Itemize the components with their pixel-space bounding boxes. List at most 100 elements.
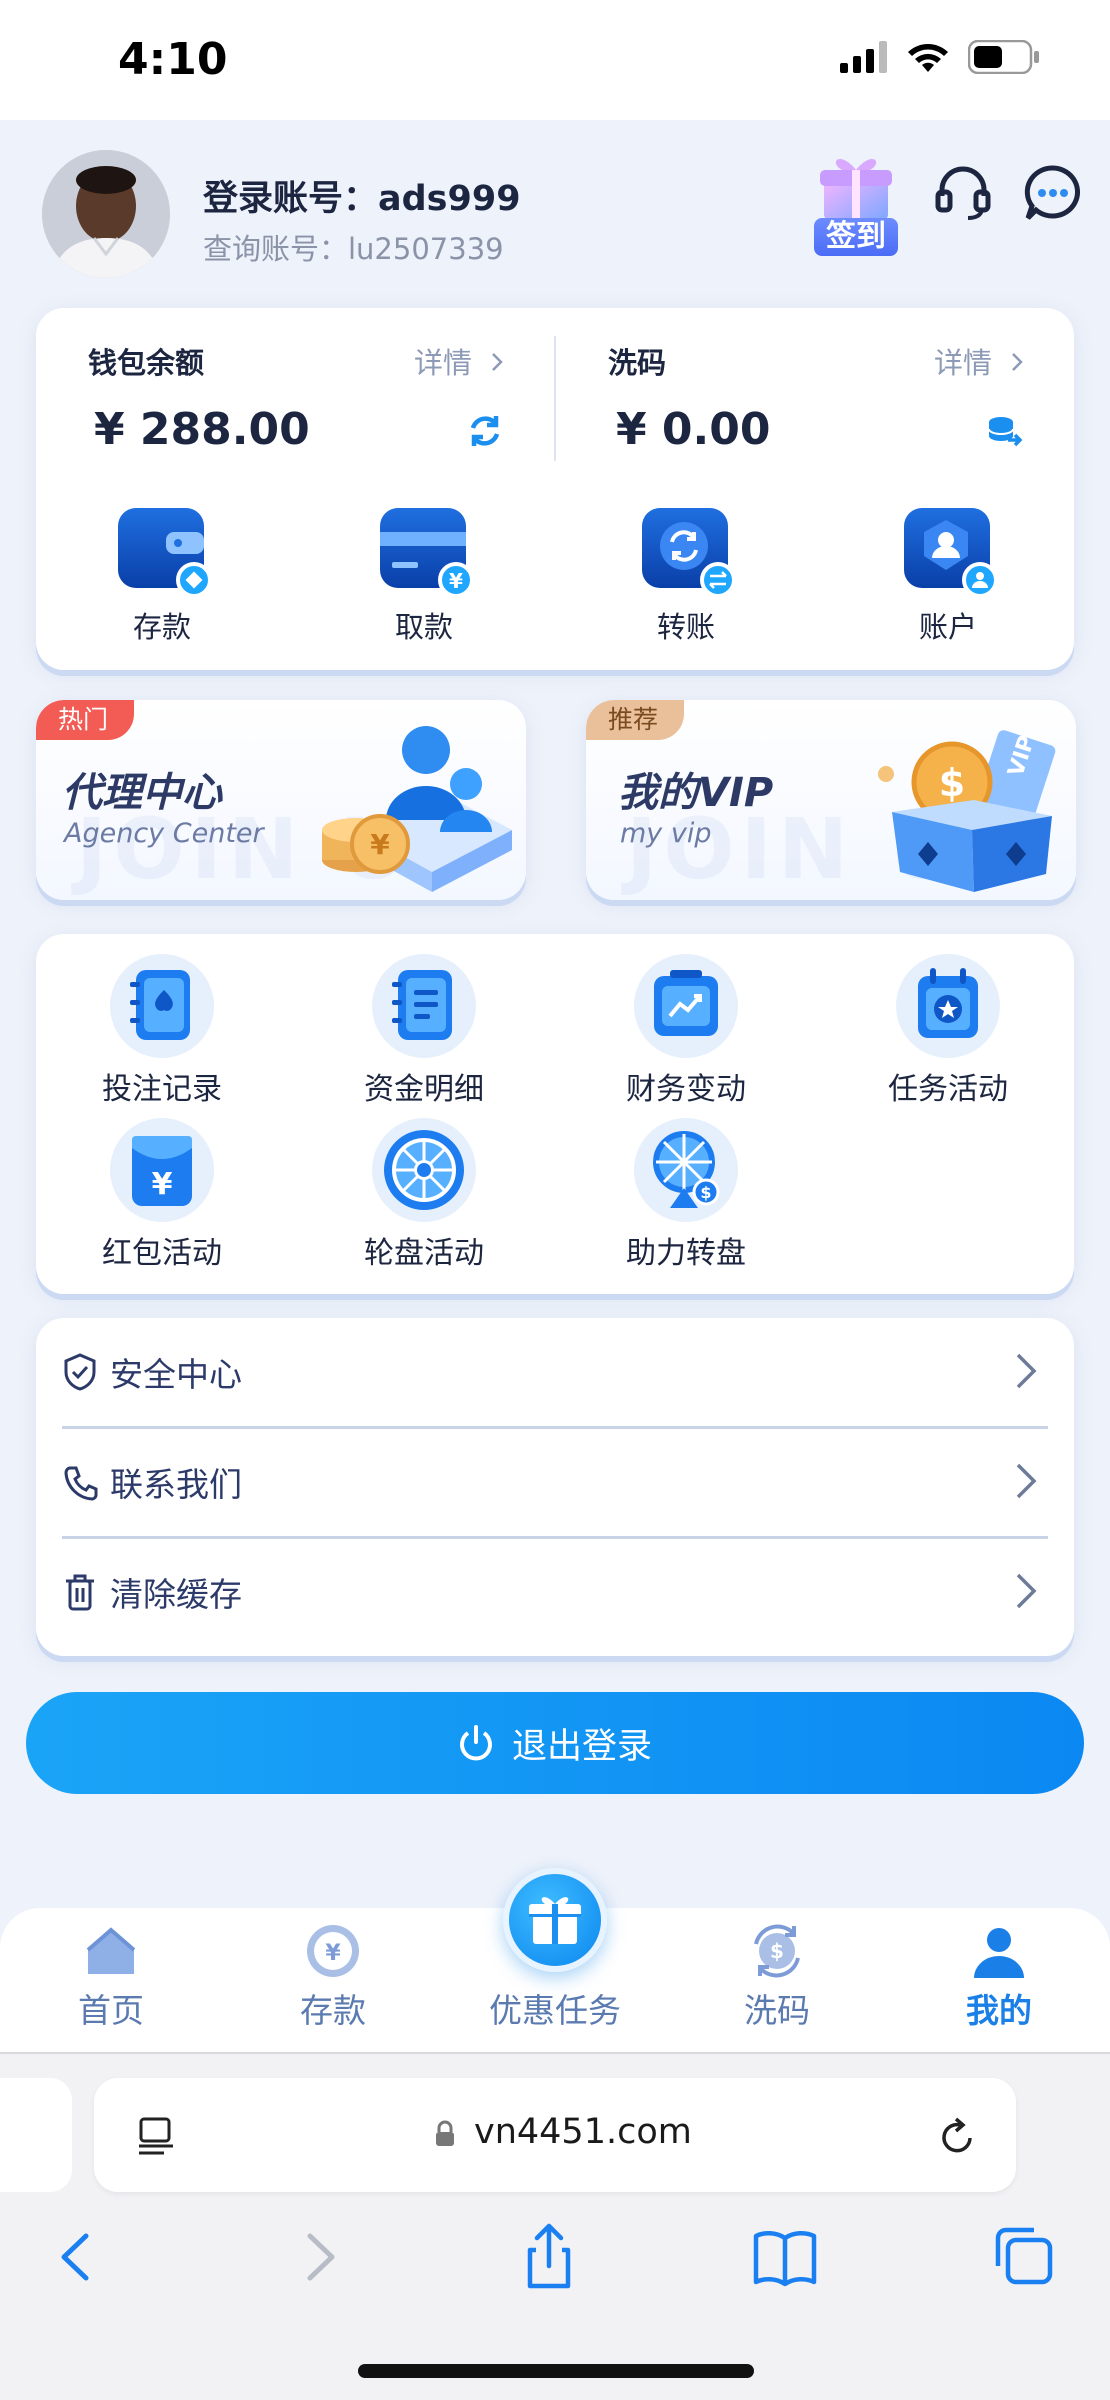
home-icon bbox=[82, 1922, 140, 1980]
share-icon[interactable] bbox=[516, 2222, 582, 2292]
wifi-icon bbox=[908, 44, 948, 72]
coin-stack-icon[interactable] bbox=[986, 414, 1022, 450]
lock-icon bbox=[436, 2120, 454, 2146]
battery-icon bbox=[968, 40, 1039, 74]
logout-label: 退出登录 bbox=[511, 1726, 652, 1767]
withdraw-action[interactable]: ¥ 取款 bbox=[354, 502, 494, 646]
svg-text:¥: ¥ bbox=[449, 569, 463, 593]
wallet-detail-text: 详情 bbox=[414, 346, 473, 380]
finance-change-label: 财务变动 bbox=[626, 1072, 746, 1107]
red-envelope-label: 红包活动 bbox=[102, 1236, 222, 1271]
wash-icon: $ bbox=[748, 1922, 806, 1980]
bookmarks-icon[interactable] bbox=[752, 2222, 818, 2292]
status-bar: 4:10 bbox=[0, 0, 1110, 120]
reader-mode-icon[interactable] bbox=[136, 2116, 176, 2156]
refresh-icon[interactable] bbox=[466, 412, 504, 450]
trash-icon bbox=[66, 1574, 94, 1611]
svg-text:$: $ bbox=[939, 761, 965, 805]
browser-chrome: vn4451.com bbox=[0, 2052, 1110, 2400]
logout-button[interactable]: 退出登录 bbox=[26, 1692, 1084, 1794]
assist-wheel-item[interactable]: $ 助力转盘 bbox=[596, 1118, 776, 1272]
red-envelope-item[interactable]: ¥ 红包活动 bbox=[72, 1118, 252, 1272]
menu-item-clear-cache[interactable]: 清除缓存 bbox=[62, 1538, 1048, 1646]
previous-tab-preview[interactable] bbox=[0, 2078, 72, 2192]
tab-home[interactable]: 首页 bbox=[36, 1922, 186, 2032]
account-action[interactable]: 账户 bbox=[878, 502, 1018, 646]
roulette-item[interactable]: 轮盘活动 bbox=[334, 1118, 514, 1272]
deposit-label: 存款 bbox=[132, 610, 191, 644]
tab-deposit[interactable]: ¥ 存款 bbox=[258, 1922, 408, 2032]
assist-wheel-label: 助力转盘 bbox=[626, 1236, 746, 1271]
wash-amount: ¥ 0.00 bbox=[616, 404, 771, 455]
settings-menu: 安全中心 联系我们 清除缓存 bbox=[36, 1318, 1074, 1656]
headset-icon[interactable] bbox=[932, 162, 994, 224]
tab-mine-label: 我的 bbox=[966, 1991, 1032, 2030]
task-activity-icon bbox=[896, 954, 1000, 1058]
tab-wash-label: 洗码 bbox=[744, 1991, 810, 2030]
signin-button[interactable]: 签到 bbox=[810, 148, 902, 260]
assist-wheel-icon: $ bbox=[634, 1118, 738, 1222]
wallet-divider bbox=[554, 336, 556, 461]
my-vip-banner[interactable]: JOIN US 推荐 我的VIP my vip VIP $ bbox=[586, 700, 1076, 900]
svg-text:$: $ bbox=[770, 1939, 784, 1963]
tabs-icon[interactable] bbox=[990, 2222, 1056, 2292]
menu-item-contact[interactable]: 联系我们 bbox=[62, 1428, 1048, 1536]
chevron-right-icon bbox=[492, 353, 504, 371]
transfer-label: 转账 bbox=[656, 610, 715, 644]
finance-change-icon bbox=[634, 954, 738, 1058]
roulette-icon bbox=[372, 1118, 476, 1222]
agency-subtitle: Agency Center bbox=[64, 818, 264, 849]
query-account: 查询账号：lu2507339 bbox=[203, 232, 504, 266]
avatar[interactable] bbox=[42, 150, 170, 278]
transfer-icon bbox=[638, 502, 736, 598]
chevron-right-icon bbox=[1012, 353, 1024, 371]
finance-change-item[interactable]: 财务变动 bbox=[596, 954, 776, 1108]
wallet-balance-label: 钱包余额 bbox=[88, 346, 205, 380]
tab-mine[interactable]: 我的 bbox=[924, 1922, 1074, 2032]
task-activity-label: 任务活动 bbox=[888, 1072, 1008, 1107]
promotions-center-button[interactable] bbox=[503, 1868, 607, 1972]
wallet-detail-link[interactable]: 详情 bbox=[414, 340, 505, 382]
wash-label: 洗码 bbox=[608, 346, 667, 380]
tab-wash[interactable]: $ 洗码 bbox=[702, 1922, 852, 2032]
fund-detail-item[interactable]: 资金明细 bbox=[334, 954, 514, 1108]
gift-signin-icon bbox=[820, 159, 892, 222]
agency-illustration-icon: ¥ bbox=[322, 726, 512, 892]
back-icon[interactable] bbox=[46, 2222, 112, 2292]
recommend-badge: 推荐 bbox=[586, 700, 685, 740]
vip-title: 我的VIP bbox=[618, 770, 774, 816]
bet-record-icon bbox=[110, 954, 214, 1058]
deposit-icon: ¥ bbox=[304, 1922, 362, 1980]
account-icon bbox=[900, 502, 998, 598]
chevron-right-icon bbox=[1016, 1353, 1037, 1389]
svg-text:$: $ bbox=[700, 1183, 711, 1202]
forward-icon[interactable] bbox=[284, 2222, 350, 2292]
browser-toolbar bbox=[0, 2222, 1110, 2302]
tab-home-label: 首页 bbox=[78, 1991, 144, 2030]
fund-detail-icon bbox=[372, 954, 476, 1058]
wash-detail-text: 详情 bbox=[934, 346, 993, 380]
transfer-action[interactable]: 转账 bbox=[616, 502, 756, 646]
tab-promotions-label: 优惠任务 bbox=[489, 1991, 621, 2030]
gift-icon bbox=[529, 1897, 581, 1944]
reload-icon[interactable] bbox=[936, 2114, 980, 2158]
tab-promotions[interactable]: 优惠任务 bbox=[480, 1980, 630, 2032]
deposit-action[interactable]: 存款 bbox=[92, 502, 232, 646]
menu-label-clear-cache: 清除缓存 bbox=[110, 1575, 242, 1614]
bet-record-label: 投注记录 bbox=[102, 1072, 222, 1107]
message-icon[interactable] bbox=[1022, 162, 1084, 224]
fund-detail-label: 资金明细 bbox=[364, 1072, 484, 1107]
menu-label-security: 安全中心 bbox=[110, 1355, 242, 1394]
address-bar[interactable]: vn4451.com bbox=[94, 2078, 1016, 2192]
agency-center-banner[interactable]: JOIN US 热门 代理中心 Agency Center ¥ bbox=[36, 700, 526, 900]
wash-detail-link[interactable]: 详情 bbox=[934, 340, 1025, 382]
login-account: 登录账号：ads999 bbox=[203, 179, 521, 219]
withdraw-label: 取款 bbox=[394, 610, 453, 644]
url-text: vn4451.com bbox=[474, 2112, 692, 2152]
menu-item-security[interactable]: 安全中心 bbox=[62, 1318, 1048, 1426]
svg-text:¥: ¥ bbox=[325, 1941, 341, 1966]
task-activity-item[interactable]: 任务活动 bbox=[858, 954, 1038, 1108]
bet-record-item[interactable]: 投注记录 bbox=[72, 954, 252, 1108]
svg-text:¥: ¥ bbox=[370, 828, 390, 861]
account-label: 账户 bbox=[918, 610, 977, 644]
